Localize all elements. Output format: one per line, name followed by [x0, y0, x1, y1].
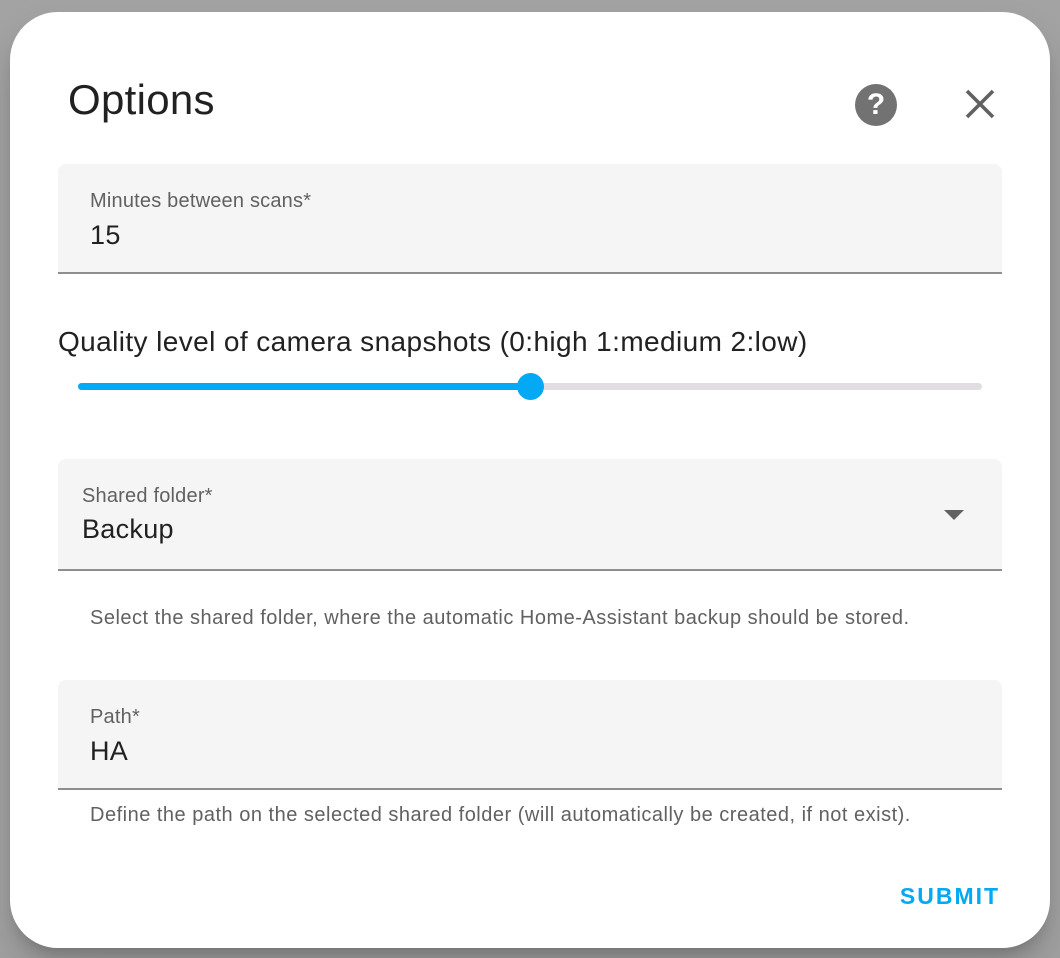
shared-folder-label: Shared folder* — [82, 485, 213, 507]
path-helper-text: Define the path on the selected shared f… — [90, 804, 911, 826]
dropdown-arrow-icon[interactable] — [944, 510, 964, 520]
submit-button[interactable]: SUBMIT — [890, 872, 1010, 920]
quality-slider-fill — [78, 383, 530, 390]
close-icon-glyph — [965, 89, 995, 119]
minutes-between-scans-input[interactable]: 15 — [90, 220, 121, 251]
shared-folder-value: Backup — [82, 514, 174, 544]
path-label: Path* — [90, 706, 140, 728]
help-icon[interactable]: ? — [855, 84, 897, 126]
path-field[interactable]: Path* HA — [58, 680, 1002, 790]
close-icon[interactable] — [956, 80, 1004, 128]
path-input[interactable]: HA — [90, 736, 128, 767]
minutes-between-scans-field[interactable]: Minutes between scans* 15 — [58, 164, 1002, 274]
minutes-between-scans-label: Minutes between scans* — [90, 190, 312, 212]
shared-folder-select[interactable]: Shared folder* Backup — [58, 459, 1002, 571]
dialog-title: Options — [68, 76, 215, 123]
quality-slider-thumb[interactable] — [517, 373, 544, 400]
quality-slider-label: Quality level of camera snapshots (0:hig… — [58, 326, 808, 357]
quality-slider[interactable] — [78, 373, 982, 400]
shared-folder-helper-text: Select the shared folder, where the auto… — [90, 607, 910, 629]
